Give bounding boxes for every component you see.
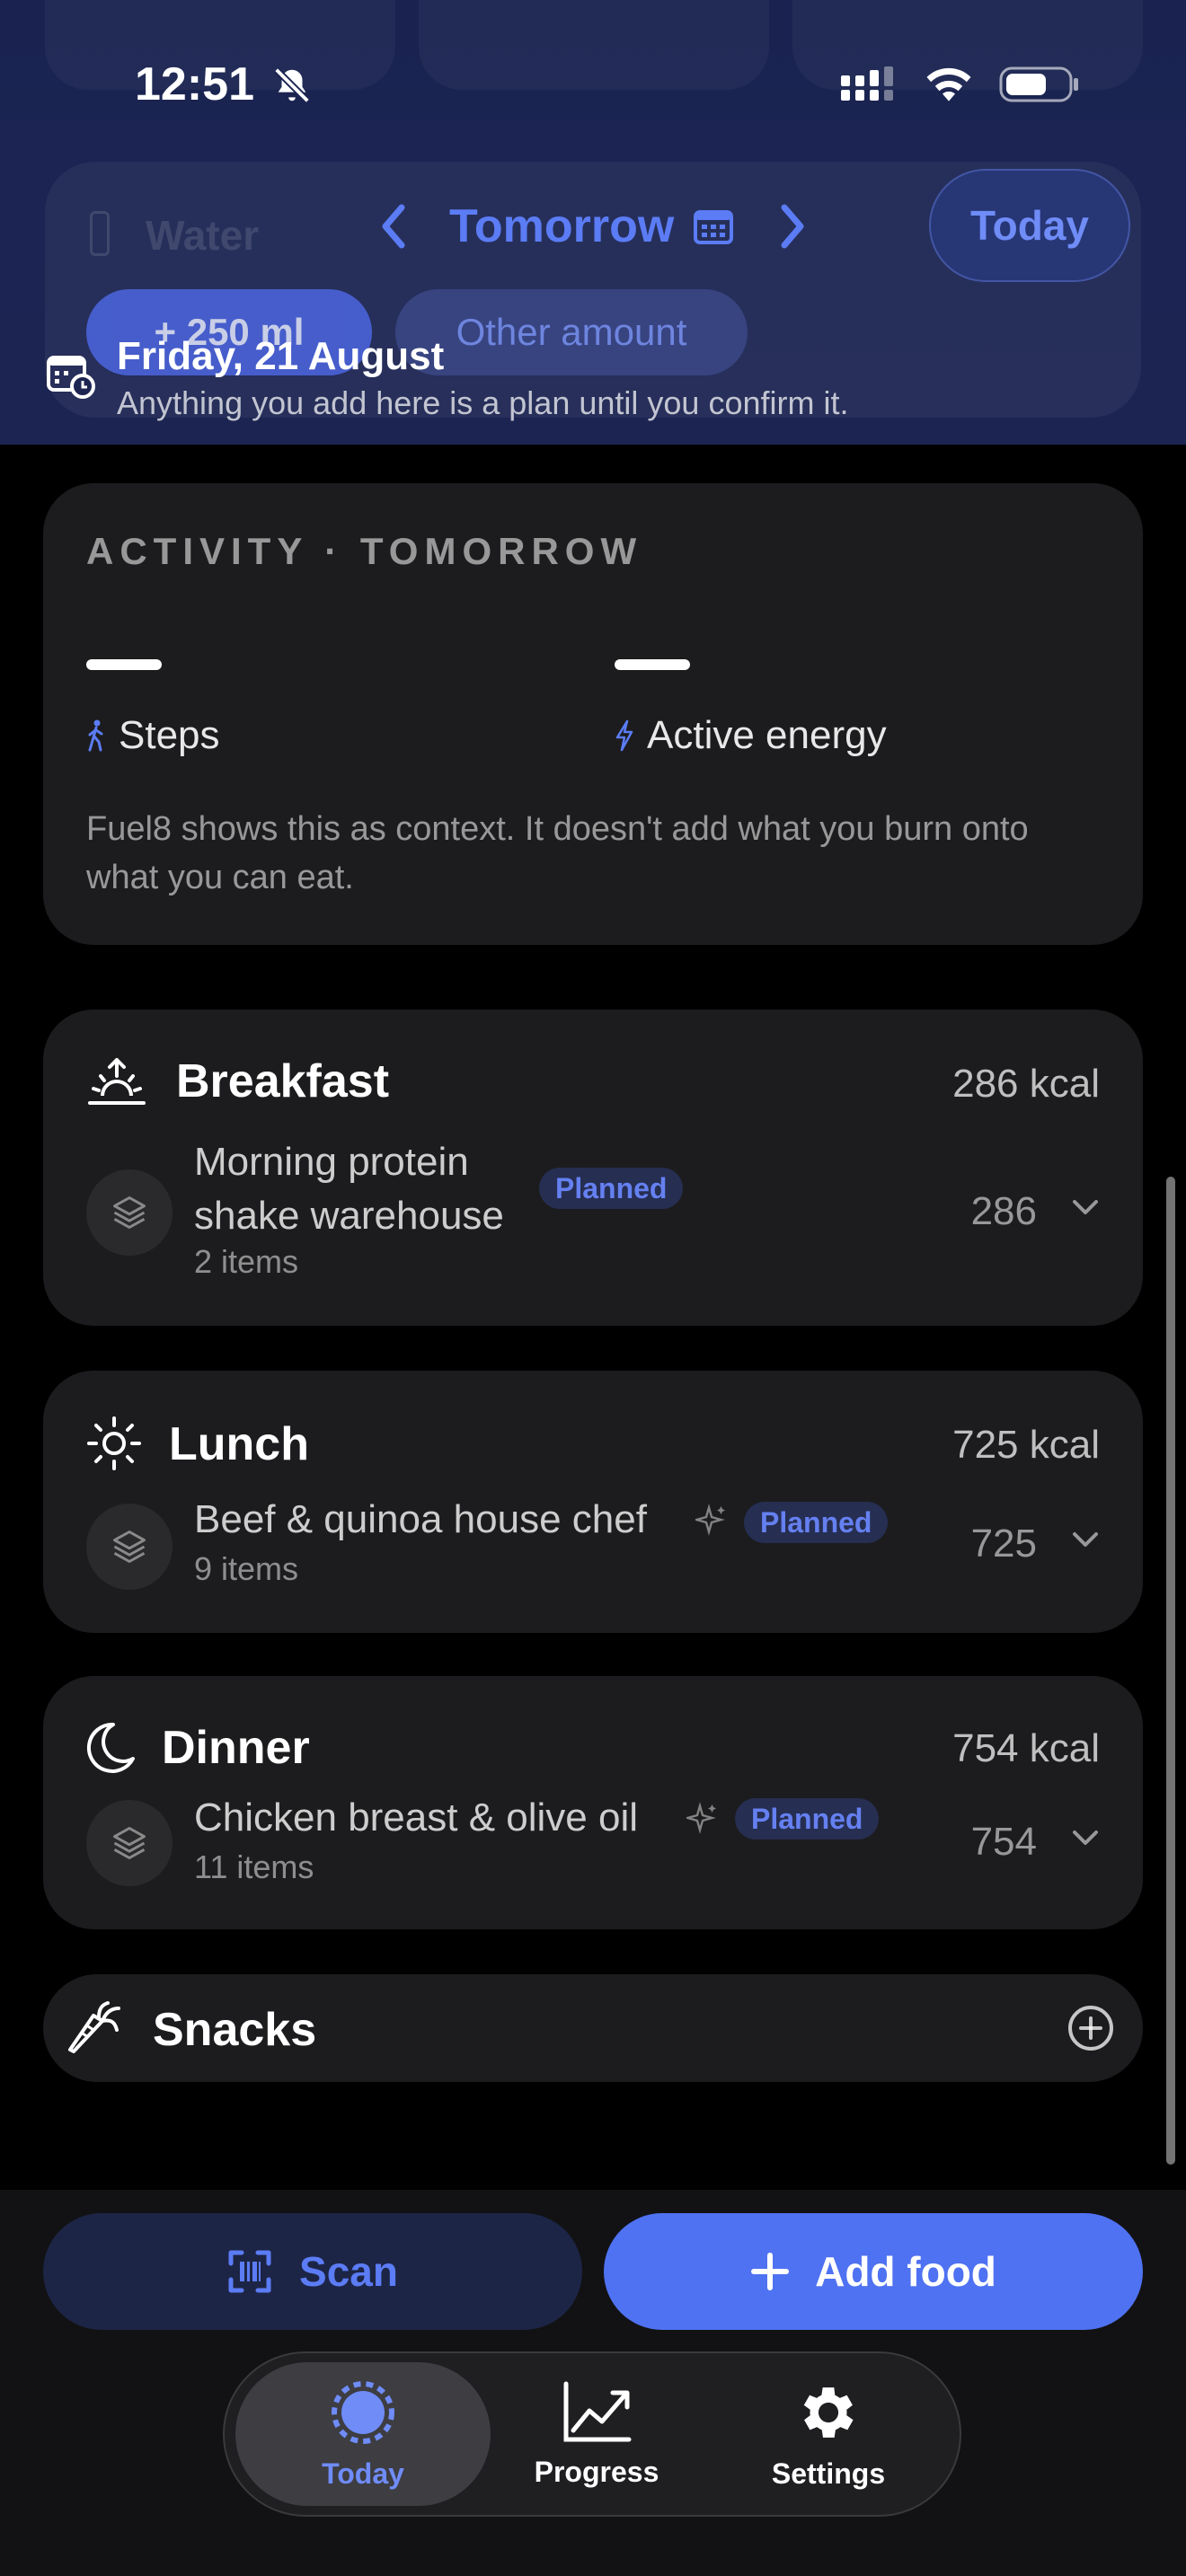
meal-title: Snacks	[153, 2004, 317, 2056]
status-time: 12:51	[135, 58, 254, 110]
add-snack-icon[interactable]	[1066, 2003, 1116, 2058]
wifi-icon	[926, 67, 971, 101]
screen: Water + 250 ml Other amount 12:51 Tomorr…	[0, 0, 1186, 2576]
food-item-count: 11 items	[194, 1848, 314, 1885]
activity-card: ACTIVITY · TOMORROW Steps Active energy …	[43, 483, 1143, 945]
food-item-name[interactable]: Chicken breast & olive oil	[194, 1791, 638, 1845]
bottom-bar: Scan Add food Today Progress Settings	[0, 2190, 1186, 2576]
steps-value-placeholder	[86, 659, 162, 670]
meal-kcal: 725 kcal	[952, 1423, 1100, 1467]
scan-button[interactable]: Scan	[43, 2213, 582, 2330]
plus-icon	[751, 2253, 790, 2290]
tab-settings[interactable]: Settings	[701, 2362, 956, 2506]
meal-card-dinner[interactable]: Dinner 754 kcal Chicken breast & olive o…	[43, 1676, 1143, 1929]
bell-off-icon	[271, 65, 313, 110]
gear-icon	[803, 2386, 854, 2438]
food-item-count: 9 items	[194, 1550, 299, 1587]
steps-label: Steps	[119, 713, 220, 757]
add-food-button[interactable]: Add food	[604, 2213, 1143, 2330]
scroll-indicator[interactable]	[1166, 1177, 1175, 2165]
activity-heading: ACTIVITY · TOMORROW	[86, 530, 643, 572]
tab-today[interactable]: Today	[235, 2362, 491, 2506]
barcode-scan-icon	[228, 2250, 271, 2293]
expand-chevron-icon[interactable]	[1071, 1829, 1100, 1851]
today-button[interactable]: Today	[929, 169, 1130, 282]
moon-icon	[86, 1721, 137, 1779]
chevron-left-icon	[382, 204, 405, 249]
meal-title: Dinner	[162, 1722, 310, 1774]
meal-card-breakfast[interactable]: Breakfast 286 kcal Morning protein shake…	[43, 1010, 1143, 1326]
steps-metric: Steps	[86, 713, 220, 758]
energy-value-placeholder	[615, 659, 690, 670]
meal-card-lunch[interactable]: Lunch 725 kcal Beef & quinoa house chef …	[43, 1371, 1143, 1633]
expand-chevron-icon[interactable]	[1071, 1198, 1100, 1221]
planned-badge: Planned	[735, 1798, 880, 1839]
sunrise-icon	[86, 1056, 147, 1115]
layers-icon	[86, 1169, 173, 1256]
meal-kcal: 286 kcal	[952, 1062, 1100, 1106]
sparkle-icon	[684, 1802, 719, 1839]
food-item-count: 2 items	[194, 1243, 299, 1280]
layers-icon	[86, 1504, 173, 1590]
active-energy-label: Active energy	[647, 713, 887, 757]
bolt-icon	[615, 719, 633, 752]
walking-icon	[88, 719, 103, 752]
activity-description: Fuel8 shows this as context. It doesn't …	[86, 810, 1029, 896]
tab-progress[interactable]: Progress	[469, 2362, 724, 2506]
header: Water + 250 ml Other amount 12:51 Tomorr…	[0, 0, 1186, 445]
food-item-name[interactable]: Beef & quinoa house chef	[194, 1493, 647, 1547]
scan-label: Scan	[299, 2248, 398, 2295]
active-energy-metric: Active energy	[615, 713, 887, 758]
date-title[interactable]: Tomorrow	[449, 199, 674, 253]
food-item-kcal: 725	[970, 1522, 1037, 1566]
chart-up-icon	[563, 2381, 632, 2441]
calendar-clock-icon	[47, 354, 97, 403]
layers-icon	[86, 1800, 173, 1886]
add-food-label: Add food	[815, 2248, 996, 2295]
battery-icon	[999, 66, 1078, 102]
plan-date: Friday, 21 August	[117, 334, 445, 378]
other-amount-button[interactable]: Other amount	[395, 289, 748, 375]
plan-note-text: Anything you add here is a plan until yo…	[117, 384, 849, 421]
meal-title: Lunch	[169, 1418, 309, 1470]
tab-label: Settings	[771, 2457, 886, 2490]
today-ring-icon	[332, 2380, 394, 2444]
tab-label: Today	[322, 2457, 404, 2490]
sun-icon	[86, 1416, 142, 1476]
next-day-button[interactable]	[766, 199, 819, 253]
status-icons	[839, 65, 1080, 104]
calendar-icon[interactable]	[694, 210, 733, 249]
meal-kcal: 754 kcal	[952, 1726, 1100, 1770]
planned-badge: Planned	[744, 1502, 889, 1543]
meal-title: Breakfast	[176, 1055, 390, 1107]
planned-badge: Planned	[539, 1168, 684, 1209]
previous-day-button[interactable]	[367, 199, 420, 253]
sparkle-icon	[693, 1504, 728, 1540]
cellular-icon	[841, 66, 893, 101]
food-item-name[interactable]: Morning protein shake warehouse	[194, 1135, 571, 1243]
ghost-card	[419, 0, 769, 90]
food-item-kcal: 286	[970, 1189, 1037, 1233]
tab-label: Progress	[534, 2455, 659, 2488]
meal-card-snacks[interactable]: Snacks	[43, 1974, 1143, 2082]
tab-bar: Today Progress Settings	[223, 2351, 961, 2517]
food-item-kcal: 754	[970, 1820, 1037, 1864]
carrot-icon	[66, 1999, 124, 2061]
expand-chevron-icon[interactable]	[1071, 1531, 1100, 1553]
chevron-right-icon	[781, 204, 804, 249]
